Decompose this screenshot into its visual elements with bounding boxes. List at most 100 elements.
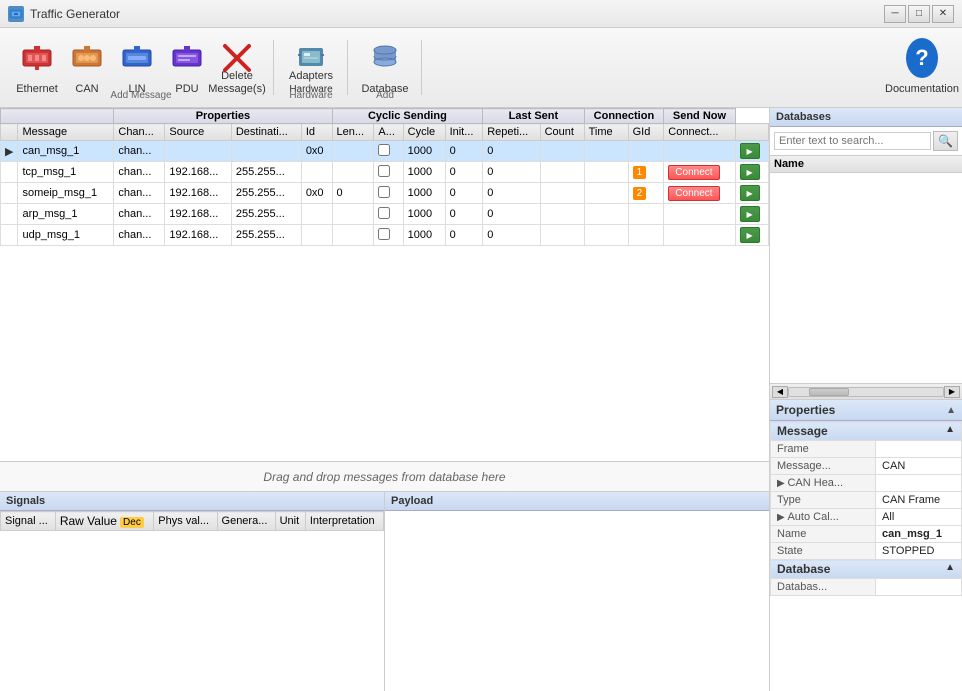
row-a-checkbox[interactable]	[378, 207, 390, 219]
payload-content[interactable]	[385, 511, 769, 691]
props-group-database-header: Database ▲	[771, 560, 962, 579]
th-init: Init...	[445, 124, 483, 141]
th-message: Message	[18, 124, 114, 141]
row-play: ▶	[735, 141, 768, 162]
row-init: 0	[445, 183, 483, 204]
chevron-up-icon: ▲	[946, 405, 956, 416]
table-row[interactable]: ▶ can_msg_1 chan... 0x0 1000 0 0 ▶	[1, 141, 769, 162]
message-table-wrapper[interactable]: Properties Cyclic Sending Last Sent Conn…	[0, 108, 769, 461]
minimize-button[interactable]: ─	[884, 5, 906, 23]
scroll-left-button[interactable]: ◀	[772, 386, 788, 398]
scroll-right-button[interactable]: ▶	[944, 386, 960, 398]
toolbar-group-hardware: AdaptersHardware Hardware	[274, 32, 348, 103]
row-arrow-cell	[1, 183, 18, 204]
row-repeti: 0	[483, 162, 540, 183]
delete-icon	[221, 42, 253, 74]
row-time	[584, 183, 628, 204]
signals-table: Signal ... Raw Value Dec Phys val... Gen…	[0, 511, 384, 531]
th-channel: Chan...	[114, 124, 165, 141]
row-arrow-cell	[1, 225, 18, 246]
th-signal: Signal ...	[1, 512, 56, 531]
table-row[interactable]: someip_msg_1 chan... 192.168... 255.255.…	[1, 183, 769, 204]
message-table: Properties Cyclic Sending Last Sent Conn…	[0, 108, 769, 246]
table-row[interactable]: arp_msg_1 chan... 192.168... 255.255... …	[1, 204, 769, 225]
close-button[interactable]: ✕	[932, 5, 954, 23]
props-value-databas	[876, 579, 962, 596]
row-count	[540, 141, 584, 162]
db-content[interactable]	[770, 173, 962, 383]
row-init: 0	[445, 141, 483, 162]
row-id	[301, 225, 332, 246]
row-a-checkbox[interactable]	[378, 144, 390, 156]
play-button[interactable]: ▶	[740, 164, 760, 180]
scrollbar-thumb[interactable]	[809, 388, 849, 396]
play-button[interactable]: ▶	[740, 143, 760, 159]
row-source: 192.168...	[165, 225, 231, 246]
row-length	[332, 225, 374, 246]
props-label-canheader: ▶ CAN Hea...	[771, 475, 876, 492]
th-physval: Phys val...	[154, 512, 217, 531]
row-destination: 255.255...	[231, 204, 301, 225]
signals-content[interactable]: Signal ... Raw Value Dec Phys val... Gen…	[0, 511, 384, 691]
row-gid	[628, 204, 664, 225]
properties-section: Properties ▲ Message ▲	[770, 400, 962, 691]
props-label-frame: Frame	[771, 441, 876, 458]
row-destination: 255.255...	[231, 162, 301, 183]
database-icon	[369, 42, 401, 74]
row-source: 192.168...	[165, 183, 231, 204]
table-row[interactable]: udp_msg_1 chan... 192.168... 255.255... …	[1, 225, 769, 246]
row-source	[165, 141, 231, 162]
delete-message-button[interactable]: DeleteMessage(s)	[212, 34, 262, 102]
row-a	[374, 183, 403, 204]
row-a	[374, 162, 403, 183]
table-row[interactable]: tcp_msg_1 chan... 192.168... 255.255... …	[1, 162, 769, 183]
dec-badge: Dec	[120, 517, 144, 528]
row-cycle: 1000	[403, 225, 445, 246]
th-length: Len...	[332, 124, 374, 141]
props-value-message: CAN	[876, 458, 962, 475]
main-layout: Properties Cyclic Sending Last Sent Conn…	[0, 108, 962, 691]
props-value-frame	[876, 441, 962, 458]
th-connect: Connect...	[664, 124, 735, 141]
ethernet-button[interactable]: Ethernet	[12, 34, 62, 102]
row-init: 0	[445, 204, 483, 225]
connect-button[interactable]: Connect	[668, 186, 719, 201]
lin-icon	[121, 42, 153, 74]
drop-area[interactable]: Drag and drop messages from database her…	[0, 461, 769, 491]
row-message-name: tcp_msg_1	[18, 162, 114, 183]
th-a: A...	[374, 124, 403, 141]
props-row-state: State STOPPED	[771, 543, 962, 560]
props-group-database-label: Database ▲	[771, 560, 962, 579]
can-button[interactable]: CAN	[62, 34, 112, 102]
play-button[interactable]: ▶	[740, 227, 760, 243]
connect-button[interactable]: Connect	[668, 165, 719, 180]
play-button[interactable]: ▶	[740, 185, 760, 201]
documentation-label: Documentation	[885, 83, 959, 96]
row-id	[301, 204, 332, 225]
row-length	[332, 141, 374, 162]
props-value-name: can_msg_1	[876, 526, 962, 543]
documentation-button[interactable]: ? Documentation	[890, 34, 954, 102]
database-search-input[interactable]	[774, 132, 931, 150]
play-button[interactable]: ▶	[740, 206, 760, 222]
th-interpretation: Interpretation	[305, 512, 383, 531]
database-group-chevron: ▲	[945, 562, 955, 573]
maximize-button[interactable]: □	[908, 5, 930, 23]
window-controls: ─ □ ✕	[884, 5, 954, 23]
payload-header: Payload	[385, 492, 769, 511]
row-channel: chan...	[114, 141, 165, 162]
row-count	[540, 183, 584, 204]
search-button[interactable]: 🔍	[933, 131, 958, 151]
row-a-checkbox[interactable]	[378, 228, 390, 240]
row-a-checkbox[interactable]	[378, 186, 390, 198]
row-time	[584, 225, 628, 246]
props-label-databas: Databas...	[771, 579, 876, 596]
row-a-checkbox[interactable]	[378, 165, 390, 177]
autocal-arrow: ▶	[777, 512, 787, 523]
props-group-message-header: Message ▲	[771, 422, 962, 441]
databases-title: Databases	[770, 108, 962, 127]
th-lastsent: Last Sent	[483, 109, 584, 124]
row-connect	[664, 204, 735, 225]
properties-table: Message ▲ Frame Message... CAN	[770, 421, 962, 596]
th-sendnow-btn	[735, 124, 768, 141]
